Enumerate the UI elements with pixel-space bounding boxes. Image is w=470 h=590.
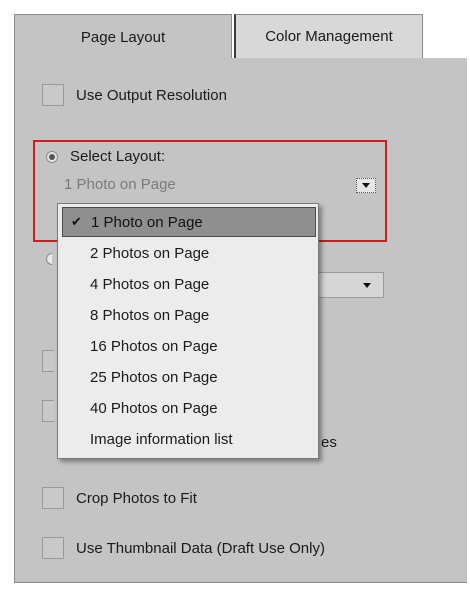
tab-label: Color Management [265, 28, 393, 45]
checkmark-icon: ✔ [71, 214, 82, 229]
dropdown-item-label: 8 Photos on Page [90, 306, 210, 324]
layout-dropdown-menu: ✔ 1 Photo on Page 2 Photos on Page 4 Pho… [57, 203, 319, 459]
use-output-resolution-label: Use Output Resolution [76, 86, 227, 104]
chevron-down-icon [363, 282, 371, 288]
dropdown-item-label: 40 Photos on Page [90, 399, 218, 417]
thumbnail-data-label: Use Thumbnail Data (Draft Use Only) [76, 539, 325, 557]
tab-page-layout[interactable]: Page Layout [14, 14, 232, 59]
dropdown-item[interactable]: 40 Photos on Page [58, 393, 318, 423]
use-output-resolution-checkbox[interactable] [42, 84, 64, 106]
crop-photos-option[interactable]: Crop Photos to Fit [42, 487, 197, 509]
obscured-checkbox[interactable] [42, 350, 54, 372]
layout-radio-partial[interactable] [46, 253, 52, 265]
crop-photos-label: Crop Photos to Fit [76, 489, 197, 507]
dropdown-item[interactable]: 25 Photos on Page [58, 362, 318, 392]
dropdown-item-label: 2 Photos on Page [90, 244, 210, 262]
dropdown-item-label: 1 Photo on Page [91, 213, 203, 231]
dropdown-item-label: 4 Photos on Page [90, 275, 210, 293]
dropdown-item[interactable]: 4 Photos on Page [58, 269, 318, 299]
dropdown-item[interactable]: 8 Photos on Page [58, 300, 318, 330]
dropdown-item-label: 16 Photos on Page [90, 337, 218, 355]
crop-photos-checkbox[interactable] [42, 487, 64, 509]
tab-label: Page Layout [80, 28, 166, 46]
dropdown-item-label: Image information list [90, 430, 233, 448]
use-output-resolution-option[interactable]: Use Output Resolution [42, 84, 227, 106]
thumbnail-data-option[interactable]: Use Thumbnail Data (Draft Use Only) [42, 537, 325, 559]
dropdown-item[interactable]: ✔ 1 Photo on Page [62, 207, 316, 237]
dropdown-item[interactable]: 2 Photos on Page [58, 238, 318, 268]
tab-color-management[interactable]: Color Management [234, 14, 423, 58]
dropdown-item[interactable]: Image information list [58, 424, 318, 454]
dropdown-item-label: 25 Photos on Page [90, 368, 218, 386]
obscured-checkbox[interactable] [42, 400, 54, 422]
obscured-label-tail: es [321, 434, 337, 451]
thumbnail-data-checkbox[interactable] [42, 537, 64, 559]
dropdown-item[interactable]: 16 Photos on Page [58, 331, 318, 361]
